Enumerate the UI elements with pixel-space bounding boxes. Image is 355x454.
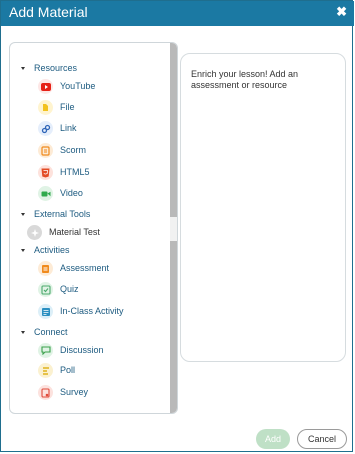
survey-icon xyxy=(38,385,53,400)
cancel-button[interactable]: Cancel xyxy=(297,429,347,449)
item-label: Assessment xyxy=(60,263,110,273)
item-label: YouTube xyxy=(60,81,96,91)
section-label: Activities xyxy=(34,245,70,255)
file-icon xyxy=(38,100,53,115)
item-label: HTML5 xyxy=(60,167,90,177)
item-label: Poll xyxy=(60,365,76,375)
item-label: In-Class Activity xyxy=(60,306,124,316)
scrollbar-thumb-lower[interactable] xyxy=(170,241,177,413)
discussion-icon xyxy=(38,343,53,358)
empty-state-text: Enrich your lesson! Add an assessment or… xyxy=(191,69,299,90)
dialog-titlebar: Add Material ✖ xyxy=(1,1,354,26)
in-class-activity-icon xyxy=(38,304,53,319)
html5-icon xyxy=(38,165,53,180)
video-icon xyxy=(38,186,53,201)
dialog-title: Add Material xyxy=(9,4,88,20)
item-label: Link xyxy=(60,123,77,133)
item-label: Material Test xyxy=(49,227,100,237)
item-label: Survey xyxy=(60,387,89,397)
add-button[interactable]: Add xyxy=(256,429,290,449)
caret-down-icon xyxy=(21,331,25,334)
material-preview-panel: Enrich your lesson! Add an assessment or… xyxy=(180,53,346,362)
quiz-icon xyxy=(38,282,53,297)
scorm-icon xyxy=(38,143,53,158)
item-label: File xyxy=(60,102,75,112)
caret-down-icon xyxy=(21,213,25,216)
section-label: Resources xyxy=(34,63,78,73)
scrollbar-thumb[interactable] xyxy=(170,43,177,217)
item-label: Discussion xyxy=(60,345,104,355)
material-type-list: Resources YouTube File Link Scorm HTML5 … xyxy=(9,42,178,414)
section-label: External Tools xyxy=(34,209,91,219)
section-label: Connect xyxy=(34,327,68,337)
caret-down-icon xyxy=(21,249,25,252)
item-label: Quiz xyxy=(60,284,79,294)
tool-icon xyxy=(27,225,42,240)
close-icon[interactable]: ✖ xyxy=(336,4,347,20)
add-material-dialog: Add Material ✖ Resources YouTube File Li… xyxy=(0,0,354,452)
item-label: Scorm xyxy=(60,145,87,155)
caret-down-icon xyxy=(21,67,25,70)
link-icon xyxy=(38,121,53,136)
poll-icon xyxy=(38,363,53,378)
youtube-icon xyxy=(38,79,53,94)
item-label: Video xyxy=(60,188,83,198)
assessment-icon xyxy=(38,261,53,276)
